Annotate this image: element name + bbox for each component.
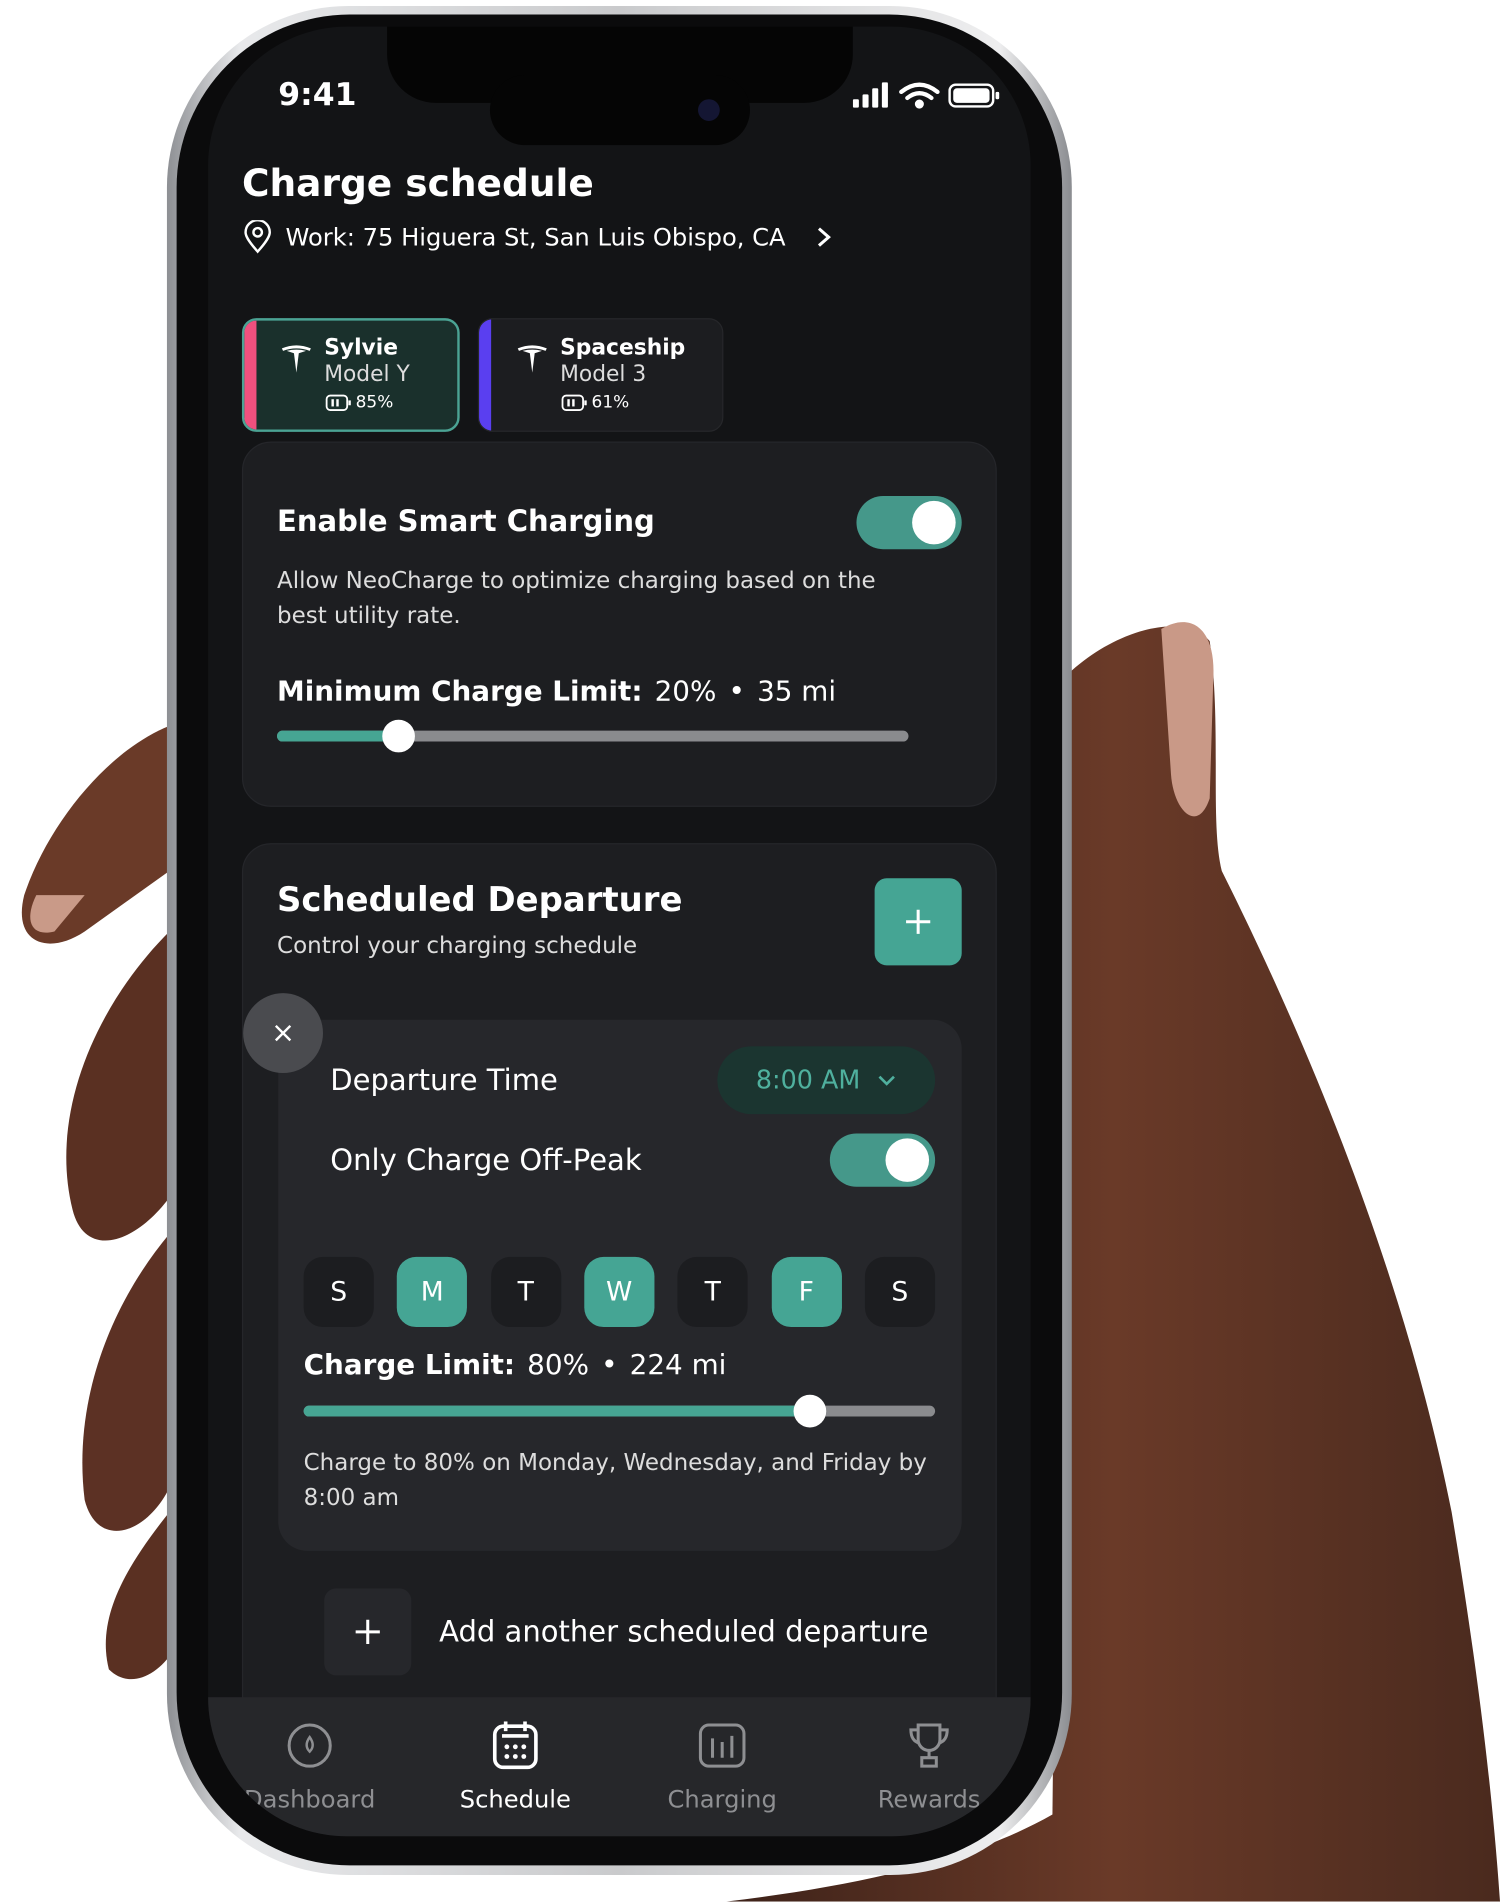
- battery-icon: [948, 83, 1000, 108]
- add-another-departure-label[interactable]: Add another scheduled departure: [439, 1617, 928, 1646]
- location-row[interactable]: Work: 75 Higuera St, San Luis Obispo, CA: [242, 220, 836, 254]
- min-charge-label: Minimum Charge Limit:: [277, 676, 643, 708]
- bottom-nav: Dashboard Schedule Charging Rewards: [208, 1697, 1031, 1837]
- slider-thumb[interactable]: [793, 1394, 826, 1428]
- nav-schedule[interactable]: Schedule: [425, 1721, 606, 1813]
- departure-time-dropdown[interactable]: 8:00 AM: [717, 1046, 936, 1115]
- charge-limit-slider[interactable]: [303, 1394, 936, 1428]
- signal-icon: [852, 82, 888, 108]
- trophy-icon: [909, 1723, 949, 1768]
- min-charge-row: Minimum Charge Limit: 20% • 35 mi: [277, 676, 836, 707]
- map-pin-icon: [244, 220, 271, 254]
- charge-limit-row: Charge Limit: 80% • 224 mi: [304, 1350, 727, 1381]
- slider-fill: [303, 1405, 809, 1417]
- status-time: 9:41: [278, 77, 357, 114]
- battery-icon: [325, 394, 351, 411]
- departure-subtitle: Control your charging schedule: [277, 932, 638, 960]
- slider-fill: [277, 730, 398, 742]
- vehicle-battery: 85%: [355, 393, 394, 413]
- charge-limit-label: Charge Limit:: [303, 1350, 516, 1382]
- page-title: Charge schedule: [241, 162, 594, 206]
- vehicle-name: Spaceship: [560, 335, 686, 361]
- day-toggle[interactable]: S: [864, 1256, 935, 1328]
- offpeak-toggle[interactable]: [829, 1133, 936, 1187]
- nav-label: Rewards: [877, 1784, 981, 1814]
- smart-charging-description: best utility rate.: [277, 602, 461, 630]
- departure-title: Scheduled Departure: [277, 879, 683, 920]
- chevron-down-icon: [878, 1075, 896, 1086]
- battery-icon: [561, 394, 587, 411]
- vehicle-model: Model Y: [324, 361, 410, 388]
- dynamic-island: [489, 75, 751, 146]
- schedule-summary: Charge to 80% on Monday, Wednesday, and …: [303, 1449, 927, 1476]
- day-toggle[interactable]: T: [490, 1256, 561, 1328]
- plus-icon: [906, 909, 931, 934]
- nav-label: Charging: [667, 1784, 777, 1814]
- tesla-logo-icon: [517, 345, 547, 373]
- nav-rewards[interactable]: Rewards: [838, 1721, 1019, 1813]
- charge-limit-range: 224 mi: [629, 1350, 727, 1382]
- departure-time-value: 8:00 AM: [755, 1065, 861, 1095]
- offpeak-label: Only Charge Off-Peak: [330, 1143, 642, 1178]
- min-charge-slider[interactable]: [277, 719, 909, 753]
- nav-label: Schedule: [459, 1784, 571, 1814]
- min-charge-percent: 20%: [654, 676, 717, 708]
- tesla-logo-icon: [281, 345, 311, 373]
- wifi-icon: [899, 82, 940, 109]
- chevron-right-icon: [818, 227, 832, 247]
- nav-dashboard[interactable]: Dashboard: [219, 1721, 400, 1813]
- vehicle-color-bar: [244, 320, 257, 430]
- vehicle-color-bar: [479, 319, 492, 431]
- plus-icon: [355, 1619, 380, 1644]
- day-toggle[interactable]: T: [677, 1256, 748, 1328]
- status-icons: [852, 82, 1000, 109]
- day-toggle[interactable]: W: [584, 1256, 655, 1328]
- nav-label: Dashboard: [244, 1784, 376, 1814]
- separator: •: [601, 1350, 618, 1382]
- smart-charging-description: Allow NeoCharge to optimize charging bas…: [277, 567, 876, 594]
- remove-departure-button[interactable]: [243, 993, 323, 1074]
- min-charge-range: 35 mi: [757, 676, 837, 708]
- day-toggle[interactable]: S: [303, 1256, 374, 1328]
- separator: •: [728, 676, 745, 708]
- slider-thumb[interactable]: [381, 719, 415, 753]
- charge-limit-percent: 80%: [527, 1350, 590, 1382]
- close-icon: [274, 1024, 292, 1042]
- calendar-icon: [492, 1721, 538, 1770]
- vehicle-battery: 61%: [591, 393, 630, 413]
- phone-screen: 9:41 Charge schedule Work: 75 Higuera St…: [208, 26, 1031, 1837]
- camera-icon: [697, 99, 720, 121]
- smart-charging-toggle[interactable]: [856, 495, 962, 550]
- bar-chart-icon: [698, 1723, 746, 1768]
- day-toggle[interactable]: F: [771, 1256, 842, 1328]
- smart-charging-title: Enable Smart Charging: [277, 504, 655, 539]
- location-text: Work: 75 Higuera St, San Luis Obispo, CA: [285, 222, 786, 252]
- add-another-departure-button[interactable]: [324, 1588, 412, 1676]
- add-departure-button[interactable]: [874, 878, 962, 966]
- departure-time-label: Departure Time: [330, 1063, 558, 1098]
- vehicle-model: Model 3: [560, 361, 647, 388]
- gauge-icon: [287, 1723, 332, 1768]
- nav-charging[interactable]: Charging: [631, 1721, 812, 1813]
- vehicle-name: Sylvie: [324, 335, 398, 361]
- schedule-summary: 8:00 am: [303, 1484, 400, 1511]
- day-toggle[interactable]: M: [397, 1256, 468, 1328]
